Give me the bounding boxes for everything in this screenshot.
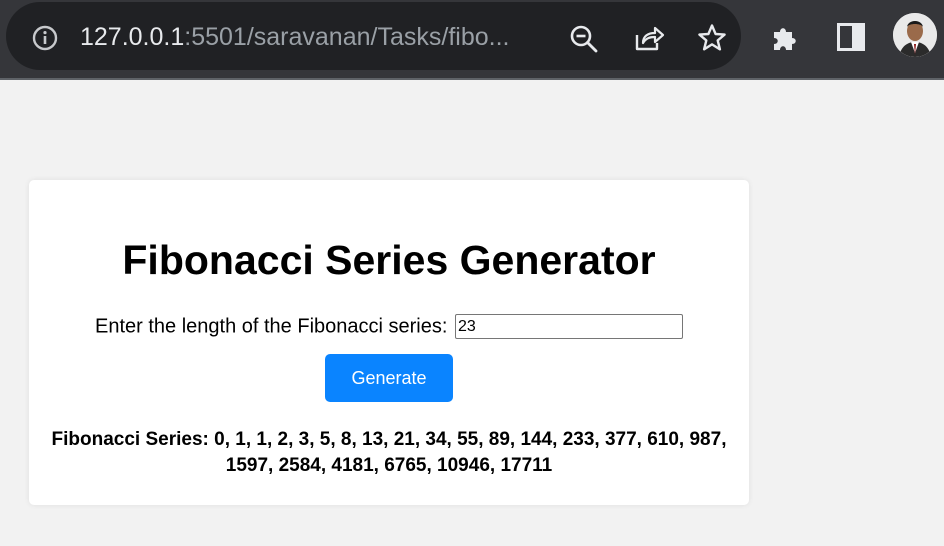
avatar[interactable]: [893, 13, 937, 57]
browser-toolbar: 127.0.0.1:5501/saravanan/Tasks/fibo...: [0, 0, 944, 80]
url-text[interactable]: 127.0.0.1:5501/saravanan/Tasks/fibo...: [80, 20, 509, 54]
star-icon[interactable]: [697, 23, 727, 58]
page-content: Fibonacci Series Generator Enter the len…: [0, 80, 944, 546]
url-path: :5501/saravanan/Tasks/fibo...: [184, 23, 510, 51]
address-bar[interactable]: 127.0.0.1:5501/saravanan/Tasks/fibo...: [6, 2, 741, 70]
fibonacci-result: Fibonacci Series: 0, 1, 1, 2, 3, 5, 8, 1…: [51, 429, 727, 476]
generator-card: Fibonacci Series Generator Enter the len…: [29, 180, 749, 505]
share-icon[interactable]: [633, 23, 665, 58]
length-input[interactable]: [454, 314, 683, 340]
input-row: Enter the length of the Fibonacci series…: [29, 313, 749, 340]
side-panel-icon[interactable]: [836, 22, 866, 57]
length-label: Enter the length of the Fibonacci series…: [95, 315, 448, 338]
url-host: 127.0.0.1: [80, 23, 185, 51]
generate-button[interactable]: Generate: [325, 354, 453, 402]
puzzle-icon[interactable]: [771, 21, 803, 58]
info-icon[interactable]: [31, 24, 59, 57]
zoom-out-icon[interactable]: [569, 24, 599, 59]
page-title: Fibonacci Series Generator: [122, 237, 656, 283]
